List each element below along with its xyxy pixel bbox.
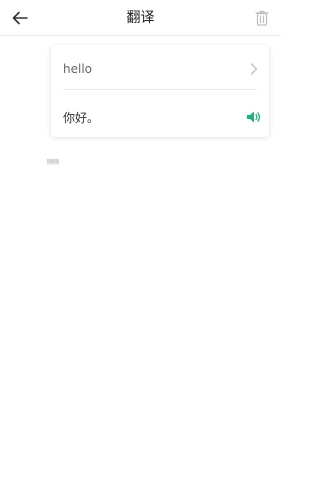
translation-card: hello 你好。 xyxy=(51,45,269,137)
source-row[interactable]: hello xyxy=(63,47,263,91)
page-title: 翻译 xyxy=(126,10,155,26)
chevron-right-icon xyxy=(245,60,263,78)
result-text: 你好。 xyxy=(63,110,100,125)
trash-icon xyxy=(255,10,269,26)
top-bar: 翻译 xyxy=(0,0,281,36)
source-text: hello xyxy=(63,62,92,76)
translate-screen: 翻译 hello 你好。 刚刚 xyxy=(0,0,281,500)
result-row: 你好。 xyxy=(63,95,263,139)
timestamp: 刚刚 xyxy=(47,159,60,166)
card-divider xyxy=(63,89,257,90)
speak-button[interactable] xyxy=(245,108,263,126)
speaker-icon xyxy=(247,111,261,123)
delete-button[interactable] xyxy=(251,7,273,29)
